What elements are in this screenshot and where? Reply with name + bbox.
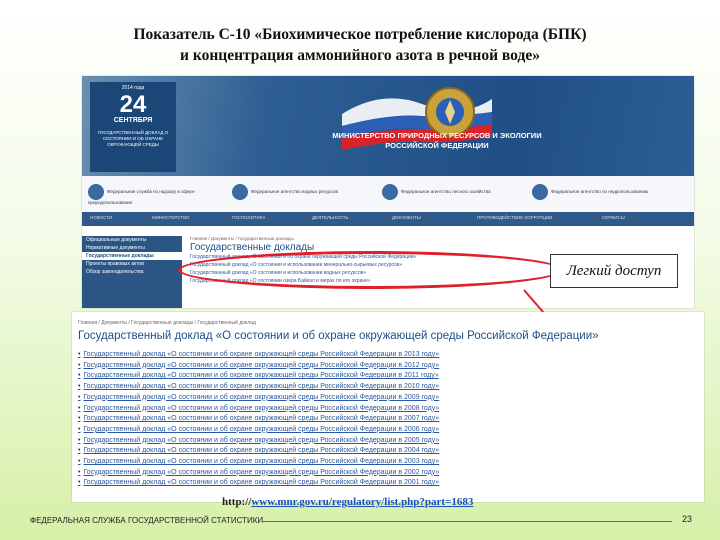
bullet-icon: • [78, 361, 81, 369]
date-description: ГОСУДАРСТВЕННЫЙ ДОКЛАД О СОСТОЯНИИ И ОБ … [97, 130, 169, 147]
reports-list: • Государственный доклад «О состоянии и о… [78, 350, 439, 489]
agency-logo-icon [232, 184, 248, 200]
source-url: http://www.mnr.gov.ru/regulatory/list.ph… [222, 496, 473, 508]
bullet-icon: • [78, 468, 81, 476]
agency-link[interactable]: Федеральная служба по надзору в сфере пр… [88, 184, 208, 206]
list-item[interactable]: • Государственный доклад «О состоянии и о… [78, 414, 439, 425]
list-item[interactable]: • Государственный доклад «О состоянии и о… [78, 468, 439, 479]
list-item[interactable]: • Государственный доклад «О состоянии и о… [78, 350, 439, 361]
breadcrumb: Главная / Документы / Государственные до… [190, 236, 294, 241]
list-item[interactable]: • Государственный доклад «О состоянии и о… [78, 425, 439, 436]
list-item[interactable]: • Государственный доклад «О состоянии и о… [78, 436, 439, 447]
site-header: 2014 года 24 СЕНТЯБРЯ ГОСУДАРСТВЕННЫЙ ДО… [82, 76, 694, 176]
bullet-icon: • [78, 372, 81, 380]
list-item[interactable]: • Государственный доклад «О состоянии и о… [78, 457, 439, 468]
bullet-icon: • [78, 436, 81, 444]
nav-item-documents[interactable]: Документы [392, 215, 421, 220]
bullet-icon: • [78, 351, 81, 358]
agency-logo-icon [532, 184, 548, 200]
nav-item-activity[interactable]: Деятельность [312, 215, 349, 220]
bullet-icon: • [78, 458, 81, 466]
breadcrumb: Главная / Документы / Государственные до… [78, 320, 256, 326]
highlight-ellipse [178, 251, 563, 289]
agency-links: Федеральная служба по надзору в сфере пр… [82, 176, 694, 213]
sidebar-item[interactable]: Проекты правовых актов [82, 260, 182, 268]
list-item[interactable]: • Государственный доклад «О состоянии и о… [78, 371, 439, 382]
bullet-icon: • [78, 404, 81, 412]
slide-title: Показатель С-10 «Биохимическое потреблен… [60, 24, 660, 66]
agency-logo-icon [382, 184, 398, 200]
title-line-1: Показатель С-10 «Биохимическое потреблен… [133, 26, 587, 43]
agency-link[interactable]: Федеральное агентство водных ресурсов [232, 184, 362, 200]
bullet-icon: • [78, 393, 81, 401]
list-item[interactable]: • Государственный доклад «О состоянии и о… [78, 393, 439, 404]
nav-item-policy[interactable]: Госполитика [232, 215, 265, 220]
agency-logo-icon [88, 184, 104, 200]
agency-link[interactable]: Федеральное агентство лесного хозяйства [382, 184, 512, 200]
bullet-icon: • [78, 479, 81, 487]
site-nav: Новости Министерство Госполитика Деятель… [82, 212, 694, 226]
nav-item-news[interactable]: Новости [90, 215, 112, 220]
sidebar-item[interactable]: Нормативные документы [82, 244, 182, 252]
site-sidebar: Официальные документы Нормативные докуме… [82, 236, 182, 308]
date-day: 24 [119, 91, 147, 118]
list-item[interactable]: • Государственный доклад «О состоянии и о… [78, 382, 439, 393]
easy-access-callout: Легкий доступ [550, 254, 678, 288]
sidebar-item-active[interactable]: Государственные доклады [82, 252, 182, 260]
bullet-icon: • [78, 383, 81, 391]
page-number: 23 [682, 514, 693, 524]
nav-item-ministry[interactable]: Министерство [152, 215, 189, 220]
nav-item-services[interactable]: Сервисы [602, 215, 625, 220]
footer-divider [262, 521, 672, 522]
ministry-name: МИНИСТЕРСТВО ПРИРОДНЫХ РЕСУРСОВ И ЭКОЛОГ… [332, 131, 542, 150]
sidebar-item[interactable]: Официальные документы [82, 236, 182, 244]
reports-list-screenshot: Главная / Документы / Государственные до… [72, 312, 704, 502]
list-item[interactable]: • Государственный доклад «О состоянии и о… [78, 478, 439, 489]
date-month: СЕНТЯБРЯ [113, 117, 153, 124]
url-link[interactable]: www.mnr.gov.ru/regulatory/list.php?part=… [251, 496, 473, 508]
nav-item-anticorruption[interactable]: Противодействие коррупции [477, 215, 552, 220]
sidebar-item[interactable]: Обзор законодательства [82, 268, 182, 276]
list-item[interactable]: • Государственный доклад «О состоянии и о… [78, 361, 439, 372]
agency-link[interactable]: Федеральное агентство по недропользовани… [532, 184, 682, 200]
list-item[interactable]: • Государственный доклад «О состоянии и о… [78, 446, 439, 457]
bullet-icon: • [78, 425, 81, 433]
title-line-2: и концентрация аммонийного азота в речно… [180, 47, 540, 64]
url-prefix: http:// [222, 496, 252, 508]
footer-organization: ФЕДЕРАЛЬНАЯ СЛУЖБА ГОСУДАРСТВЕННОЙ СТАТИ… [30, 516, 264, 525]
list-item[interactable]: • Государственный доклад «О состоянии и о… [78, 404, 439, 415]
date-widget[interactable]: 2014 года 24 СЕНТЯБРЯ ГОСУДАРСТВЕННЫЙ ДО… [90, 82, 176, 172]
bullet-icon: • [78, 447, 81, 455]
page-heading: Государственный доклад «О состоянии и об… [78, 330, 599, 342]
bullet-icon: • [78, 415, 81, 423]
